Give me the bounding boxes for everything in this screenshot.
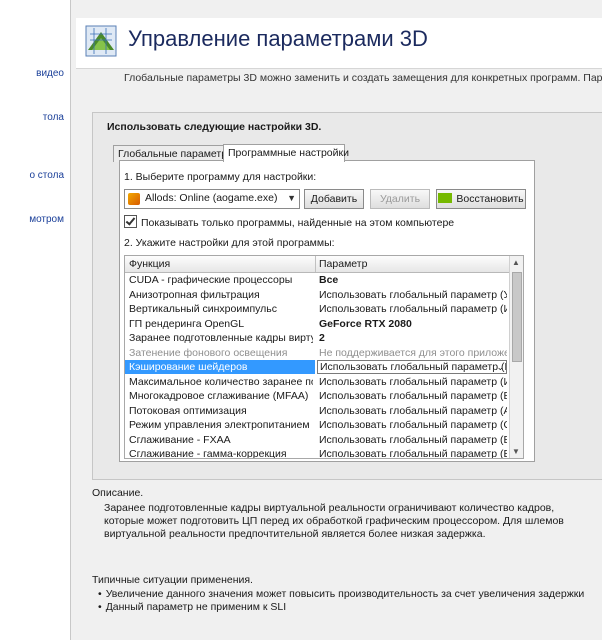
row-param-value: Использовать глобальный параметр (А...: [319, 404, 507, 417]
step2-label: 2. Укажите настройки для этой программы:: [124, 237, 335, 249]
table-row[interactable]: Кэширование шейдеров Использовать глобаль…: [125, 360, 509, 375]
row-function: Сглаживание - FXAA: [129, 433, 231, 446]
panel-caption: Использовать следующие настройки 3D.: [107, 121, 322, 133]
game-icon: [128, 193, 140, 205]
row-function: Кэширование шейдеров: [125, 360, 315, 374]
row-param-value: 2: [319, 332, 325, 344]
row-param-value: GeForce RTX 2080: [319, 317, 412, 330]
row-param-value: Использовать глобальный параметр (И...: [319, 303, 507, 315]
settings-panel: Использовать следующие настройки 3D. Гло…: [92, 112, 602, 480]
row-param: 2: [319, 332, 507, 344]
usage-label: Типичные ситуации применения.: [92, 574, 253, 586]
tab-program-settings[interactable]: Программные настройки: [223, 144, 349, 162]
table-row[interactable]: Режим управления электропитанием Использо…: [125, 418, 509, 433]
table-row[interactable]: Заранее подготовленные кадры виртуа... 2: [125, 331, 509, 346]
row-param: Использовать глобальный параметр (А...: [319, 405, 507, 417]
row-param: GeForce RTX 2080: [319, 318, 507, 330]
row-param: Не поддерживается для этого приложе...: [319, 347, 507, 359]
usage-list: Увеличение данного значения может повыси…: [98, 588, 585, 614]
row-param: Использовать глобальный параметр (О...: [319, 419, 507, 431]
page-header: Управление параметрами 3D: [76, 18, 602, 69]
table-row[interactable]: Многокадровое сглаживание (MFAA) Использо…: [125, 389, 509, 404]
row-param: Использовать глобальный параметр (И...: [319, 376, 507, 388]
sidebar-item-video[interactable]: видео: [36, 68, 64, 79]
usage-item: Данный параметр не применим к SLI: [98, 601, 584, 614]
row-param-value: Не поддерживается для этого приложе...: [319, 346, 507, 359]
row-param-dropdown[interactable]: Использовать глобальный параметр (Вк ⌄: [317, 360, 507, 374]
row-param-value: Все: [319, 274, 339, 286]
row-param-value: Использовать глобальный параметр (Вк: [320, 361, 507, 373]
scroll-thumb[interactable]: [512, 272, 522, 362]
row-param: Использовать глобальный параметр (Вкл): [319, 448, 507, 459]
description-label: Описание.: [92, 487, 144, 499]
show-only-found-row[interactable]: Показывать только программы, найденные н…: [124, 215, 454, 229]
table-row[interactable]: Вертикальный синхроимпульс Использовать г…: [125, 302, 509, 317]
table-row[interactable]: Анизотропная фильтрация Использовать глоб…: [125, 288, 509, 303]
nvidia-3d-settings-icon: [85, 25, 117, 57]
remove-program-button[interactable]: Удалить: [370, 189, 430, 209]
row-param-value: Использовать глобальный параметр (И...: [319, 375, 507, 388]
column-divider[interactable]: [315, 256, 316, 272]
row-function: CUDA - графические процессоры: [129, 274, 293, 286]
sidebar-item-desktop-2[interactable]: о стола: [29, 170, 64, 181]
col-function-header[interactable]: Функция: [129, 258, 170, 270]
scroll-down-icon[interactable]: ▼: [512, 447, 520, 456]
page-title: Управление параметрами 3D: [128, 26, 428, 51]
program-select[interactable]: Allods: Online (aogame.exe) ▼: [124, 189, 300, 209]
row-param: Использовать глобальный параметр (У...: [319, 289, 507, 301]
grid-scrollbar[interactable]: ▲ ▼: [509, 256, 523, 458]
row-param: Использовать глобальный параметр (И...: [319, 303, 507, 315]
table-row[interactable]: Максимальное количество заранее под... Ис…: [125, 375, 509, 390]
col-param-header[interactable]: Параметр: [319, 258, 367, 270]
row-param-value: Использовать глобальный параметр (В...: [319, 433, 507, 446]
restore-button[interactable]: Восстановить: [436, 189, 526, 209]
table-row[interactable]: CUDA - графические процессоры Все: [125, 273, 509, 288]
row-function: Максимальное количество заранее под...: [129, 375, 313, 388]
row-function: Вертикальный синхроимпульс: [129, 303, 277, 315]
chevron-down-icon[interactable]: ⌄: [496, 361, 504, 373]
sidebar-item-desktop[interactable]: тола: [43, 112, 64, 123]
left-nav-sidebar: видео тола о стола мотром: [0, 0, 71, 640]
row-param-value: Использовать глобальный параметр (О...: [319, 419, 507, 431]
restore-button-label: Восстановить: [456, 193, 524, 205]
sidebar-item-monitor[interactable]: мотром: [29, 214, 64, 225]
row-param: Использовать глобальный параметр (В...: [319, 434, 507, 446]
table-row[interactable]: Потоковая оптимизация Использовать глобал…: [125, 404, 509, 419]
grid-header: Функция Параметр: [125, 256, 509, 273]
scroll-up-icon[interactable]: ▲: [512, 258, 520, 267]
chevron-down-icon: ▼: [287, 193, 296, 203]
row-function: Сглаживание - гамма-коррекция: [129, 448, 287, 459]
row-function: ГП рендеринга OpenGL: [129, 317, 245, 330]
row-function: Режим управления электропитанием: [129, 419, 310, 431]
add-program-button[interactable]: Добавить: [304, 189, 364, 209]
show-only-found-checkbox[interactable]: [124, 215, 137, 228]
table-row[interactable]: Сглаживание - FXAA Использовать глобальны…: [125, 433, 509, 448]
settings-grid: Функция Параметр CUDA - графические проц…: [124, 255, 524, 459]
row-function: Анизотропная фильтрация: [129, 288, 260, 301]
intro-text: Глобальные параметры 3D можно заменить и…: [124, 72, 602, 84]
row-param: Все: [319, 274, 507, 286]
description-text: Заранее подготовленные кадры виртуальной…: [104, 502, 564, 540]
table-row[interactable]: Сглаживание - гамма-коррекция Использоват…: [125, 447, 509, 459]
usage-item: Увеличение данного значения может повыси…: [98, 588, 585, 601]
row-function: Затенение фонового освещения: [129, 346, 288, 359]
row-function: Многокадровое сглаживание (MFAA): [129, 390, 309, 402]
step1-label: 1. Выберите программу для настройки:: [124, 171, 317, 183]
row-function: Потоковая оптимизация: [129, 404, 247, 417]
program-select-value: Allods: Online (aogame.exe): [145, 192, 278, 204]
row-param: Использовать глобальный параметр (В...: [319, 390, 507, 402]
row-param-value: Использовать глобальный параметр (В...: [319, 390, 507, 402]
row-param-value: Использовать глобальный параметр (Вкл): [319, 448, 507, 459]
show-only-found-label: Показывать только программы, найденные н…: [141, 217, 455, 229]
program-settings-tab-body: 1. Выберите программу для настройки: All…: [119, 160, 535, 462]
table-row[interactable]: ГП рендеринга OpenGL GeForce RTX 2080: [125, 317, 509, 332]
table-row[interactable]: Затенение фонового освещения Не поддержив…: [125, 346, 509, 361]
nvidia-logo-icon: [438, 193, 453, 203]
row-function: Заранее подготовленные кадры виртуа...: [129, 332, 313, 344]
row-param-value: Использовать глобальный параметр (У...: [319, 288, 507, 301]
